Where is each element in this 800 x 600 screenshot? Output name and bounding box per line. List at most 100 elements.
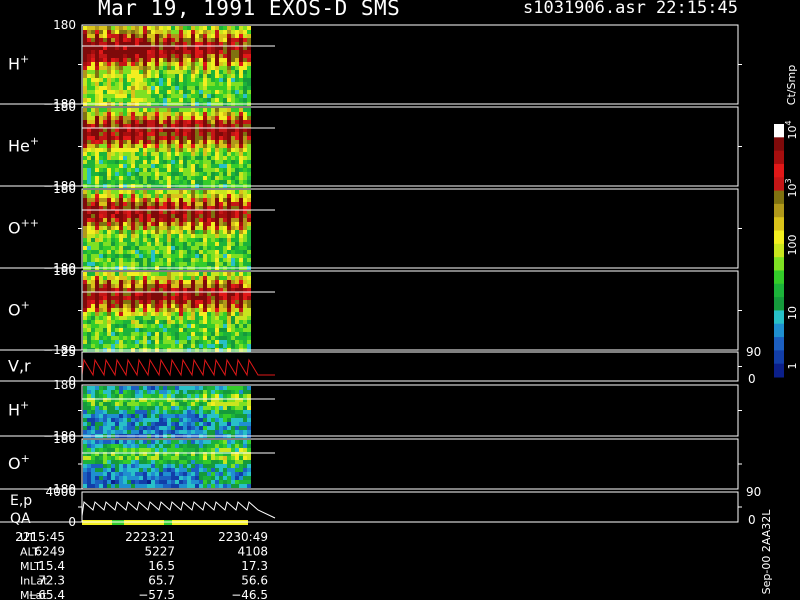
heat-cell	[163, 292, 167, 296]
heat-cell	[207, 296, 211, 300]
heat-cell	[243, 464, 247, 468]
heat-cell	[127, 262, 131, 266]
heat-cell	[139, 246, 143, 250]
heat-cell	[195, 226, 199, 230]
heat-cell	[95, 332, 99, 336]
heat-cell	[171, 296, 175, 300]
heat-cell	[143, 202, 147, 206]
heat-cell	[163, 206, 167, 210]
heat-cell	[183, 430, 187, 434]
heat-cell	[115, 422, 119, 426]
heat-cell	[179, 112, 183, 116]
heat-cell	[203, 206, 207, 210]
heat-cell	[171, 272, 175, 276]
heat-cell	[243, 234, 247, 238]
heat-cell	[119, 194, 123, 198]
heat-cell	[107, 152, 111, 156]
heat-cell	[95, 410, 99, 414]
heat-cell	[187, 296, 191, 300]
heat-cell	[87, 336, 91, 340]
heat-cell	[135, 304, 139, 308]
heat-cell	[99, 180, 103, 184]
heat-cell	[143, 206, 147, 210]
right-tick-label-bottom: 0	[748, 513, 756, 527]
heat-cell	[179, 410, 183, 414]
heat-cell	[199, 58, 203, 62]
heat-cell	[103, 476, 107, 480]
heat-cell	[179, 148, 183, 152]
heat-cell	[135, 418, 139, 422]
heat-cell	[203, 172, 207, 176]
heat-cell	[151, 426, 155, 430]
heat-cell	[207, 288, 211, 292]
heat-cell	[123, 272, 127, 276]
heat-cell	[199, 430, 203, 434]
heat-cell	[219, 460, 223, 464]
heat-cell	[123, 164, 127, 168]
heat-cell	[103, 284, 107, 288]
heat-cell	[99, 202, 103, 206]
heat-cell	[123, 402, 127, 406]
heat-cell	[243, 54, 247, 58]
heat-cell	[235, 276, 239, 280]
heat-cell	[131, 46, 135, 50]
heat-cell	[195, 468, 199, 472]
heat-cell	[163, 132, 167, 136]
heat-cell	[171, 320, 175, 324]
heat-cell	[163, 288, 167, 292]
heat-cell	[171, 440, 175, 444]
heat-cell	[155, 38, 159, 42]
heat-cell	[91, 426, 95, 430]
heat-cell	[215, 206, 219, 210]
heat-cell	[107, 292, 111, 296]
heat-cell	[179, 336, 183, 340]
heat-cell	[99, 70, 103, 74]
heat-cell	[127, 480, 131, 484]
heat-cell	[223, 410, 227, 414]
heat-cell	[99, 116, 103, 120]
heat-cell	[143, 194, 147, 198]
heat-cell	[155, 430, 159, 434]
heat-cell	[171, 402, 175, 406]
heat-cell	[175, 456, 179, 460]
heat-cell	[115, 140, 119, 144]
heat-cell	[99, 74, 103, 78]
heat-cell	[147, 258, 151, 262]
heat-cell	[123, 316, 127, 320]
heat-cell	[147, 54, 151, 58]
heat-cell	[95, 320, 99, 324]
heat-cell	[83, 94, 87, 98]
heat-cell	[83, 258, 87, 262]
heat-cell	[247, 332, 251, 336]
heat-cell	[115, 426, 119, 430]
heat-cell	[191, 284, 195, 288]
heat-cell	[227, 50, 231, 54]
heat-cell	[119, 210, 123, 214]
heat-cell	[111, 78, 115, 82]
heat-cell	[243, 210, 247, 214]
heat-cell	[139, 484, 143, 488]
panel-label-charge: +	[20, 399, 29, 412]
heat-cell	[139, 320, 143, 324]
heat-cell	[231, 320, 235, 324]
heat-cell	[219, 406, 223, 410]
heat-cell	[175, 324, 179, 328]
heat-cell	[235, 198, 239, 202]
heat-cell	[107, 246, 111, 250]
heat-cell	[143, 324, 147, 328]
heat-cell	[195, 386, 199, 390]
heat-cell	[83, 444, 87, 448]
ephem-value: 2230:49	[218, 530, 268, 544]
heat-cell	[119, 214, 123, 218]
heat-cell	[103, 30, 107, 34]
heat-cell	[103, 472, 107, 476]
heat-cell	[99, 50, 103, 54]
heat-cell	[239, 292, 243, 296]
heat-cell	[91, 144, 95, 148]
heat-cell	[147, 276, 151, 280]
heat-cell	[195, 292, 199, 296]
heat-cell	[207, 414, 211, 418]
heat-cell	[159, 402, 163, 406]
heat-cell	[139, 98, 143, 102]
heat-cell	[147, 94, 151, 98]
